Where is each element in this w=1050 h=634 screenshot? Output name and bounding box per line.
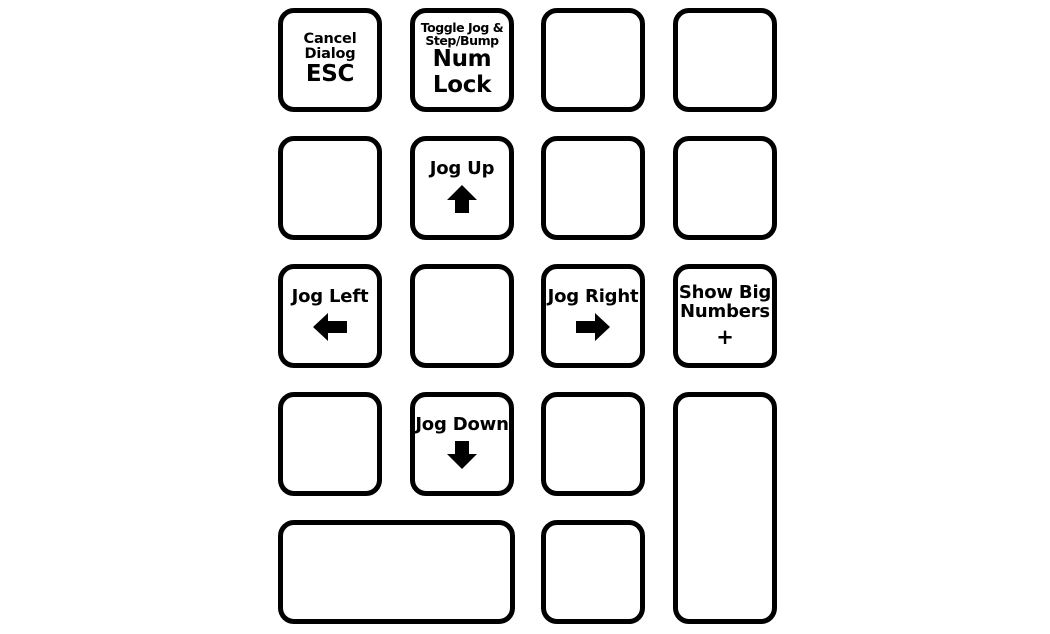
key-num-lock[interactable]: Toggle Jog & Step/Bump Num Lock xyxy=(410,8,514,112)
key-legend-label: Lock xyxy=(432,72,492,98)
arrow-up-icon xyxy=(445,182,479,216)
key-jog-down[interactable]: Jog Down xyxy=(410,392,514,496)
key-function-label: Jog Left xyxy=(291,286,369,308)
key-legend-label: ESC xyxy=(305,61,355,88)
key-function-label: Jog Down xyxy=(415,414,509,436)
key-show-big-numbers[interactable]: Show Big Numbers + xyxy=(673,264,777,368)
key-function-label: Jog Right xyxy=(547,286,639,308)
key-legend-label: Num xyxy=(432,46,492,73)
key-blank-r2c4[interactable] xyxy=(673,136,777,240)
key-legend-label: + xyxy=(716,325,734,350)
arrow-down-icon xyxy=(445,438,479,472)
key-blank-r1c3[interactable] xyxy=(541,8,645,112)
key-blank-wide-zero[interactable] xyxy=(278,520,515,624)
key-function-label: Jog Up xyxy=(429,158,495,180)
keypad-diagram: Cancel Dialog ESC Toggle Jog & Step/Bump… xyxy=(0,0,1050,634)
key-blank-r4c1[interactable] xyxy=(278,392,382,496)
arrow-right-icon xyxy=(573,310,613,344)
key-jog-up[interactable]: Jog Up xyxy=(410,136,514,240)
key-blank-tall-enter[interactable] xyxy=(673,392,777,624)
key-function-label: Show Big xyxy=(678,281,772,303)
key-function-label: Dialog xyxy=(304,46,356,63)
key-cancel-dialog-esc[interactable]: Cancel Dialog ESC xyxy=(278,8,382,112)
key-blank-r5c3[interactable] xyxy=(541,520,645,624)
key-blank-r2c3[interactable] xyxy=(541,136,645,240)
key-jog-left[interactable]: Jog Left xyxy=(278,264,382,368)
key-function-label: Cancel xyxy=(303,31,357,48)
arrow-left-icon xyxy=(310,310,350,344)
key-blank-r3c2[interactable] xyxy=(410,264,514,368)
key-function-label: Numbers xyxy=(680,300,770,322)
key-blank-r1c4[interactable] xyxy=(673,8,777,112)
key-blank-r4c3[interactable] xyxy=(541,392,645,496)
key-jog-right[interactable]: Jog Right xyxy=(541,264,645,368)
key-blank-r2c1[interactable] xyxy=(278,136,382,240)
